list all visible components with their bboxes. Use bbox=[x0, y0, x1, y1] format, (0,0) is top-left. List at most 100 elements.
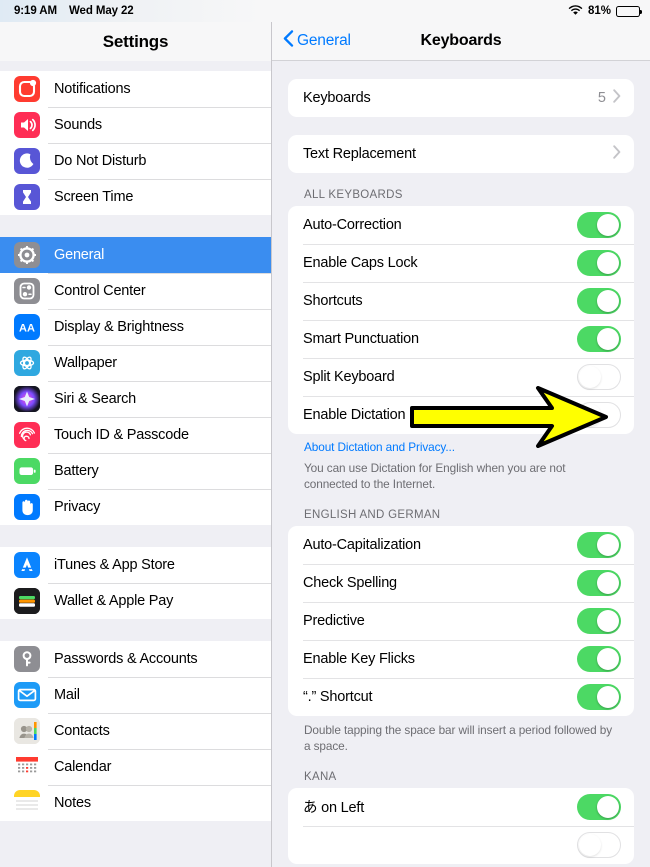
row-row-1[interactable] bbox=[288, 825, 634, 864]
siri-icon bbox=[14, 386, 40, 412]
row-text-replacement[interactable]: Text Replacement bbox=[288, 135, 634, 173]
row-accessory bbox=[577, 607, 621, 634]
row-label: “.” Shortcut bbox=[303, 688, 373, 705]
toggle-knob bbox=[597, 290, 619, 312]
sidebar-item-label: Do Not Disturb bbox=[54, 153, 147, 169]
hand-icon bbox=[14, 494, 40, 520]
sidebar-item-battery[interactable]: Battery bbox=[0, 453, 271, 489]
battery-percent-label: 81% bbox=[587, 5, 611, 17]
row-keyboards-label: Keyboards bbox=[303, 90, 371, 106]
back-button-general[interactable]: General bbox=[272, 30, 351, 52]
toggle-switch-enable-dictation[interactable] bbox=[577, 402, 621, 428]
toggle-switch-auto-correction[interactable] bbox=[577, 212, 621, 238]
toggle-switch-shortcut[interactable] bbox=[577, 683, 621, 710]
row-label: Enable Dictation bbox=[303, 407, 406, 423]
about-dictation-privacy-link[interactable]: About Dictation and Privacy... bbox=[288, 434, 634, 454]
sidebar-item-label: Sounds bbox=[54, 117, 102, 133]
sidebar-item-label: General bbox=[54, 247, 105, 263]
row-accessory bbox=[577, 288, 621, 314]
sidebar-item-contacts[interactable]: Contacts bbox=[0, 713, 271, 749]
sidebar-group-spacer bbox=[0, 215, 271, 237]
toggle-switch-split-keyboard[interactable] bbox=[577, 364, 621, 390]
row-keyboards[interactable]: Keyboards 5 bbox=[288, 79, 634, 117]
sidebar-item-label: Battery bbox=[54, 463, 99, 479]
toggle-switch-auto-capitalization[interactable] bbox=[577, 531, 621, 558]
gear-icon bbox=[14, 242, 40, 268]
row-shortcut[interactable]: “.” Shortcut bbox=[288, 677, 634, 716]
sidebar-item-label: Control Center bbox=[54, 283, 146, 299]
row-label: Auto-Capitalization bbox=[303, 536, 421, 553]
row-label: Enable Key Flicks bbox=[303, 650, 415, 667]
sidebar-group-spacer bbox=[0, 525, 271, 547]
row-check-spelling[interactable]: Check Spelling bbox=[288, 563, 634, 602]
row-text-replacement-accessory bbox=[613, 144, 621, 164]
row-shortcuts[interactable]: Shortcuts bbox=[288, 282, 634, 320]
toggle-switch-enable-caps-lock[interactable] bbox=[577, 250, 621, 276]
row-accessory bbox=[577, 212, 621, 238]
row-accessory bbox=[577, 569, 621, 596]
toggle-knob bbox=[597, 214, 619, 236]
sidebar-item-privacy[interactable]: Privacy bbox=[0, 489, 271, 525]
row-accessory bbox=[577, 402, 621, 428]
display-brightness-icon: AA bbox=[14, 314, 40, 340]
sidebar-item-screen-time[interactable]: Screen Time bbox=[0, 179, 271, 215]
keyboards-card: Keyboards 5 bbox=[288, 79, 634, 117]
toggle-knob bbox=[579, 366, 601, 388]
sidebar-group-spacer bbox=[0, 61, 271, 71]
toggle-knob bbox=[597, 252, 619, 274]
sidebar-item-touch-id-passcode[interactable]: Touch ID & Passcode bbox=[0, 417, 271, 453]
toggle-switch-shortcuts[interactable] bbox=[577, 288, 621, 314]
wallet-icon bbox=[14, 588, 40, 614]
row-auto-correction[interactable]: Auto-Correction bbox=[288, 206, 634, 244]
row-enable-key-flicks[interactable]: Enable Key Flicks bbox=[288, 639, 634, 678]
row-on-left[interactable]: あ on Left bbox=[288, 788, 634, 826]
settings-content-scroll[interactable]: Keyboards 5 Text Replacement ALL KEYBOAR… bbox=[272, 61, 650, 867]
sidebar-item-label: Mail bbox=[54, 687, 80, 703]
row-auto-capitalization[interactable]: Auto-Capitalization bbox=[288, 526, 634, 564]
toggle-switch-enable-key-flicks[interactable] bbox=[577, 645, 621, 672]
sidebar-item-notifications[interactable]: Notifications bbox=[0, 71, 271, 107]
sidebar-item-display-brightness[interactable]: AA Display & Brightness bbox=[0, 309, 271, 345]
sidebar-title: Settings bbox=[0, 22, 271, 61]
row-label: Split Keyboard bbox=[303, 369, 395, 385]
sidebar-item-passwords-accounts[interactable]: Passwords & Accounts bbox=[0, 641, 271, 677]
row-label: あ on Left bbox=[303, 800, 365, 817]
toggle-knob bbox=[597, 533, 619, 556]
dictation-footnote: You can use Dictation for English when y… bbox=[304, 461, 566, 491]
sidebar-item-label: Notifications bbox=[54, 81, 131, 97]
sidebar-scroll-area[interactable]: Notifications Sounds Do Not Disturb Screen … bbox=[0, 61, 271, 867]
row-predictive[interactable]: Predictive bbox=[288, 601, 634, 640]
row-enable-caps-lock[interactable]: Enable Caps Lock bbox=[288, 244, 634, 282]
sidebar-item-general[interactable]: General bbox=[0, 237, 271, 273]
sidebar-item-control-center[interactable]: Control Center bbox=[0, 273, 271, 309]
mail-icon bbox=[14, 682, 40, 708]
sidebar-item-calendar[interactable]: Calendar bbox=[0, 749, 271, 785]
status-bar-date: Wed May 22 bbox=[68, 5, 134, 17]
row-split-keyboard[interactable]: Split Keyboard bbox=[288, 358, 634, 396]
toggle-switch-on-left[interactable] bbox=[577, 793, 621, 820]
row-smart-punctuation[interactable]: Smart Punctuation bbox=[288, 320, 634, 358]
sidebar-item-itunes-app-store[interactable]: iTunes & App Store bbox=[0, 547, 271, 583]
toggle-switch-predictive[interactable] bbox=[577, 607, 621, 634]
sidebar-item-do-not-disturb[interactable]: Do Not Disturb bbox=[0, 143, 271, 179]
toggle-knob bbox=[597, 609, 619, 632]
sidebar-item-sounds[interactable]: Sounds bbox=[0, 107, 271, 143]
sidebar-item-label: Notes bbox=[54, 795, 91, 811]
sidebar-item-wallpaper[interactable]: Wallpaper bbox=[0, 345, 271, 381]
sidebar-item-notes[interactable]: Notes bbox=[0, 785, 271, 821]
toggle-switch-smart-punctuation[interactable] bbox=[577, 326, 621, 352]
notifications-icon bbox=[14, 76, 40, 102]
svg-text:AA: AA bbox=[19, 323, 35, 335]
sidebar-item-label: Display & Brightness bbox=[54, 319, 184, 335]
wifi-icon bbox=[568, 4, 583, 18]
sidebar-item-wallet-apple-pay[interactable]: Wallet & Apple Pay bbox=[0, 583, 271, 619]
sidebar-item-siri-search[interactable]: Siri & Search bbox=[0, 381, 271, 417]
toggle-switch-check-spelling[interactable] bbox=[577, 569, 621, 596]
status-bar-right-cluster: 81% bbox=[568, 4, 643, 18]
toggle-switch-row-1[interactable] bbox=[577, 831, 621, 858]
settings-sidebar: Settings Notifications Sounds Do Not Distu… bbox=[0, 22, 272, 867]
sidebar-item-mail[interactable]: Mail bbox=[0, 677, 271, 713]
row-text-replacement-label: Text Replacement bbox=[303, 146, 416, 162]
row-enable-dictation[interactable]: Enable Dictation bbox=[288, 396, 634, 434]
section-header-kana: KANA bbox=[304, 770, 337, 783]
